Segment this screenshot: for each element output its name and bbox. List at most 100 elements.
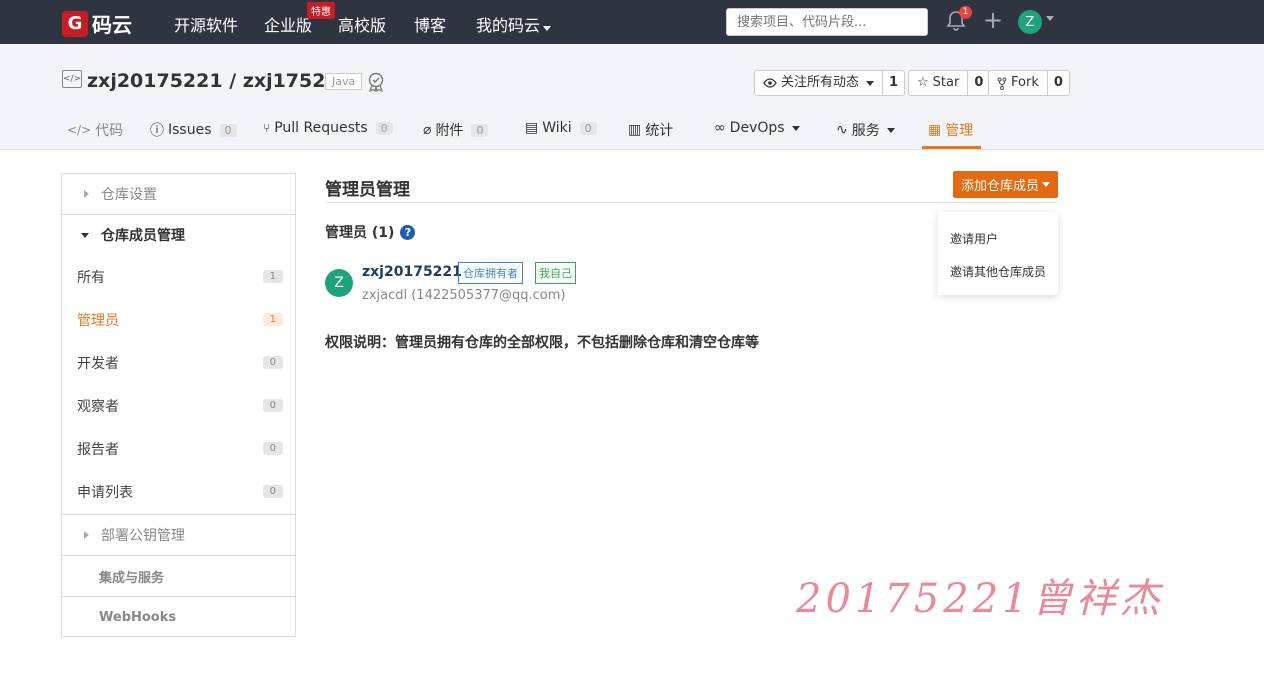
plus-icon[interactable]: + xyxy=(983,6,1003,34)
owner-badge: 仓库拥有者 xyxy=(458,262,523,284)
add-member-button[interactable]: 添加仓库成员 xyxy=(953,171,1058,198)
sidebar-deploy-keys[interactable]: 部署公钥管理 xyxy=(62,515,295,556)
search-input[interactable] xyxy=(726,8,928,36)
tab-attachments[interactable]: ⌀ 附件 0 xyxy=(423,120,489,140)
tab-issues-count: 0 xyxy=(219,123,237,137)
special-offer-badge: 特惠 xyxy=(307,2,335,19)
menu-item-invite-other-repo-members[interactable]: 邀请其他仓库成员 xyxy=(950,263,1046,280)
tab-attachments-count: 0 xyxy=(471,123,489,137)
pull-request-icon: ⑂ xyxy=(263,121,271,135)
star-label: Star xyxy=(932,75,960,90)
repo-title[interactable]: zxj20175221 / zxj175221 xyxy=(87,70,352,92)
award-icon[interactable] xyxy=(367,72,385,92)
star-button-group: ☆ Star 0 xyxy=(908,70,991,96)
pulse-icon: ∿ xyxy=(836,122,848,138)
sidebar-item-applications[interactable]: 申请列表 0 xyxy=(62,470,295,513)
tab-issues[interactable]: ⓘ Issues 0 xyxy=(150,120,237,140)
avatar[interactable]: Z xyxy=(325,269,353,297)
member-name[interactable]: zxj20175221 xyxy=(362,264,462,280)
nav-open-source[interactable]: 开源软件 xyxy=(174,12,238,36)
infinity-icon: ∞ xyxy=(714,120,726,136)
help-icon[interactable]: ? xyxy=(400,224,416,240)
sidebar-member-management-label: 仓库成员管理 xyxy=(101,228,185,244)
sidebar-item-count: 1 xyxy=(262,270,283,283)
chevron-down-icon xyxy=(543,26,552,31)
bar-chart-icon: ▥ xyxy=(628,122,642,138)
menu-item-invite-user[interactable]: 邀请用户 xyxy=(950,230,998,247)
signature-watermark: 20175221曾祥杰 xyxy=(796,576,1164,622)
site-logo[interactable]: G 码云 xyxy=(62,9,132,38)
paperclip-icon: ⌀ xyxy=(423,122,432,138)
watch-count[interactable]: 1 xyxy=(882,71,904,95)
star-count[interactable]: 0 xyxy=(967,71,989,95)
fork-button-group: Fork 0 xyxy=(988,70,1070,96)
admins-heading-label: 管理员 (1) xyxy=(325,225,395,241)
repo-header: </> zxj20175221 / zxj175221 Java 关注所有动态 … xyxy=(0,44,1264,150)
repo-code-icon: </> xyxy=(62,70,82,88)
sidebar-item-observers[interactable]: 观察者 0 xyxy=(62,384,295,427)
chevron-down-icon xyxy=(886,127,895,133)
settings-sidebar: 仓库设置 仓库成员管理 所有 1 管理员 1 开发者 0 观察者 0 报告者 0 申请列表… xyxy=(61,173,296,637)
nav-university[interactable]: 高校版 xyxy=(338,12,386,36)
fork-label: Fork xyxy=(1011,75,1039,90)
sidebar-webhooks[interactable]: WebHooks xyxy=(62,597,295,637)
member-filter-list: 所有 1 管理员 1 开发者 0 观察者 0 报告者 0 申请列表 0 xyxy=(62,255,295,515)
sidebar-item-count: 0 xyxy=(262,442,283,455)
sidebar-item-all[interactable]: 所有 1 xyxy=(62,255,295,298)
chevron-down-icon[interactable] xyxy=(1046,16,1054,21)
tab-stats-label: 统计 xyxy=(645,123,674,139)
tab-services-label: 服务 xyxy=(851,123,880,139)
watch-button[interactable]: 关注所有动态 xyxy=(755,71,882,95)
sidebar-item-count: 0 xyxy=(262,399,283,412)
tab-devops[interactable]: ∞ DevOps xyxy=(714,120,800,136)
tab-attachments-label: 附件 xyxy=(435,123,464,139)
nav-my-gitee-label: 我的码云 xyxy=(476,16,541,35)
tab-pull-requests[interactable]: ⑂ Pull Requests 0 xyxy=(263,120,393,136)
tab-pr-label: Pull Requests xyxy=(274,120,368,136)
page-title: 管理员管理 xyxy=(325,180,410,200)
nav-blog[interactable]: 博客 xyxy=(414,12,446,36)
star-icon: ☆ xyxy=(917,75,929,90)
sidebar-item-label: 管理员 xyxy=(77,312,119,329)
tab-manage-label: 管理 xyxy=(945,123,974,139)
chevron-down-icon xyxy=(1042,182,1050,187)
sidebar-item-admins[interactable]: 管理员 1 xyxy=(62,298,295,341)
tab-code[interactable]: </> 代码 xyxy=(67,120,123,140)
fork-count[interactable]: 0 xyxy=(1046,71,1069,95)
admins-heading: 管理员 (1)? xyxy=(325,222,416,242)
sidebar-integrations[interactable]: 集成与服务 xyxy=(62,556,295,597)
user-avatar[interactable]: Z xyxy=(1018,10,1042,34)
sidebar-item-developers[interactable]: 开发者 0 xyxy=(62,341,295,384)
tab-statistics[interactable]: ▥ 统计 xyxy=(628,120,673,140)
chevron-right-icon xyxy=(84,531,89,539)
watch-label: 关注所有动态 xyxy=(781,75,860,90)
sidebar-member-management[interactable]: 仓库成员管理 xyxy=(62,215,295,255)
star-button[interactable]: ☆ Star xyxy=(909,71,967,95)
permission-note: 权限说明：管理员拥有仓库的全部权限，不包括删除仓库和清空仓库等 xyxy=(325,335,759,351)
sidebar-item-count: 0 xyxy=(262,356,283,369)
chevron-down-icon xyxy=(81,232,89,238)
language-tag[interactable]: Java xyxy=(325,73,363,90)
tab-wiki[interactable]: ▤ Wiki 0 xyxy=(525,120,597,136)
self-badge: 我自己 xyxy=(535,262,576,284)
sidebar-item-label: 申请列表 xyxy=(77,484,133,501)
chevron-down-icon xyxy=(791,125,800,131)
nav-enterprise[interactable]: 企业版 xyxy=(264,12,312,36)
chevron-right-icon xyxy=(84,190,89,198)
sidebar-repo-settings[interactable]: 仓库设置 xyxy=(62,174,295,215)
active-tab-indicator xyxy=(922,146,981,149)
nav-my-gitee[interactable]: 我的码云 xyxy=(476,12,552,36)
watch-button-group: 关注所有动态 1 xyxy=(754,70,906,96)
eye-icon xyxy=(763,78,777,88)
title-divider xyxy=(325,202,1058,203)
notification-count-badge: 1 xyxy=(959,6,972,19)
tab-services[interactable]: ∿ 服务 xyxy=(836,120,895,140)
sidebar-item-count: 0 xyxy=(262,485,283,498)
fork-button[interactable]: Fork xyxy=(989,71,1047,95)
sidebar-item-label: 所有 xyxy=(77,269,105,286)
sidebar-deploy-keys-label: 部署公钥管理 xyxy=(101,528,185,544)
tab-wiki-label: Wiki xyxy=(542,120,572,136)
tab-manage[interactable]: ▦ 管理 xyxy=(928,120,973,140)
sidebar-item-reporters[interactable]: 报告者 0 xyxy=(62,427,295,470)
member-email: zxjacdl (1422505377@qq.com) xyxy=(362,288,566,303)
